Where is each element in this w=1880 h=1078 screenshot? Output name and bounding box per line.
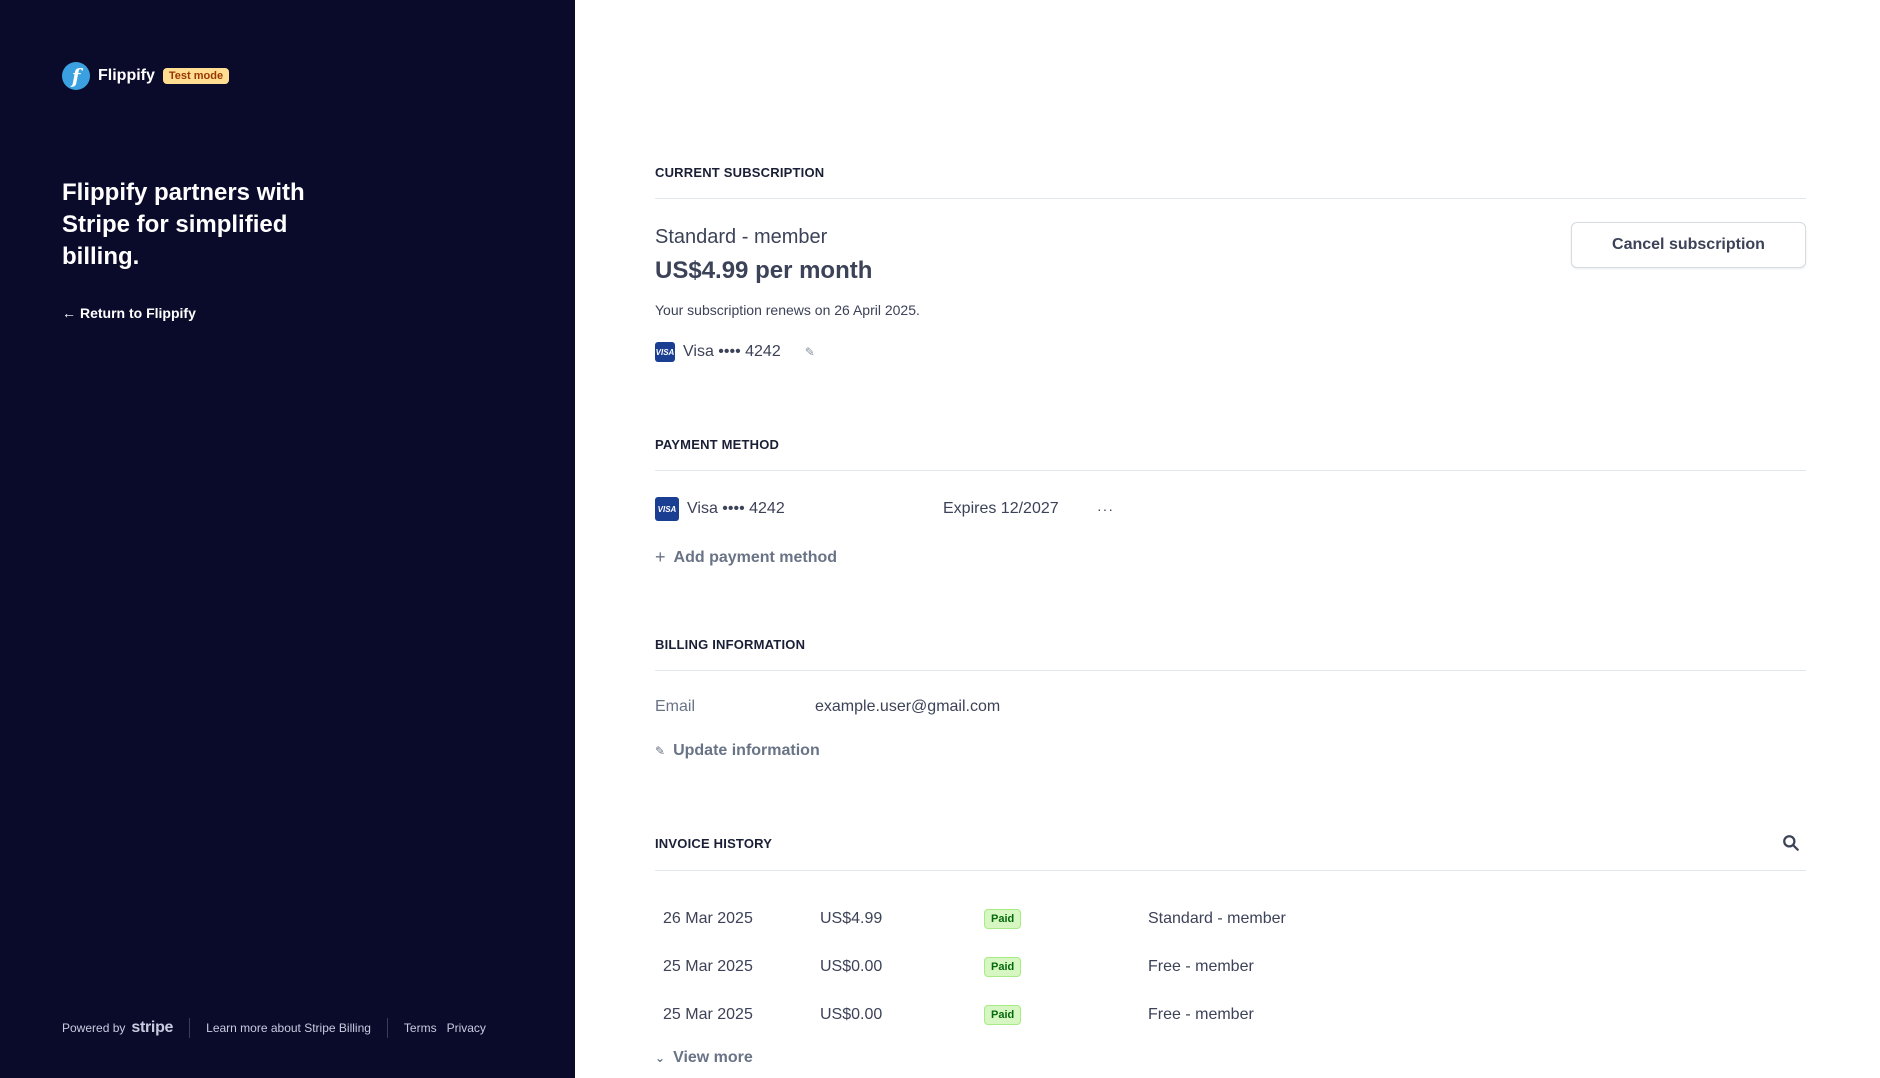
sidebar: f Flippify Test mode Flippify partners w… (0, 0, 575, 1078)
billing-email-row: Email example.user@gmail.com (655, 698, 1806, 716)
invoice-status: Paid (984, 909, 1148, 929)
terms-link[interactable]: Terms (404, 1021, 437, 1035)
section-title-current-subscription: CURRENT SUBSCRIPTION (655, 165, 825, 180)
section-divider (655, 470, 1806, 471)
stripe-logo: stripe (131, 1019, 174, 1036)
invoice-plan: Free - member (1148, 1006, 1254, 1023)
section-title-payment-method: PAYMENT METHOD (655, 437, 780, 452)
visa-card-icon: VISA (655, 342, 675, 362)
paid-badge: Paid (984, 909, 1022, 929)
add-payment-method-label: Add payment method (673, 548, 838, 566)
paid-badge: Paid (984, 1005, 1022, 1025)
email-value: example.user@gmail.com (815, 698, 1001, 715)
privacy-link[interactable]: Privacy (447, 1021, 486, 1035)
more-options-icon[interactable]: ··· (1097, 501, 1114, 517)
search-icon[interactable] (1782, 834, 1800, 852)
main-content: CURRENT SUBSCRIPTION Standard - member U… (575, 0, 1880, 1078)
billing-information-section: BILLING INFORMATION Email example.user@g… (655, 637, 1806, 760)
invoice-amount: US$0.00 (820, 1006, 883, 1023)
flippify-logo-icon: f (62, 62, 90, 90)
return-link[interactable]: ← Return to Flippify (62, 305, 196, 321)
chevron-down-icon: ⌄ (655, 1051, 666, 1065)
renewal-text: Your subscription renews on 26 April 202… (655, 302, 920, 318)
footer-divider (189, 1018, 191, 1038)
view-more-label: View more (673, 1049, 753, 1066)
invoice-date: 25 Mar 2025 (663, 958, 753, 975)
update-information-label: Update information (673, 742, 820, 759)
learn-more-link[interactable]: Learn more about Stripe Billing (206, 1021, 371, 1035)
edit-icon[interactable]: ✎ (805, 345, 815, 359)
subscription-card-label: Visa •••• 4242 (683, 343, 781, 360)
invoice-row[interactable]: 26 Mar 2025 US$4.99 Paid Standard - memb… (655, 895, 1806, 943)
return-link-label: Return to Flippify (80, 305, 196, 321)
footer-divider (386, 1018, 388, 1038)
section-divider (655, 198, 1806, 199)
invoice-plan: Free - member (1148, 958, 1254, 975)
invoice-row[interactable]: 25 Mar 2025 US$0.00 Paid Free - member (655, 943, 1806, 991)
invoice-status: Paid (984, 957, 1148, 977)
brand: f Flippify Test mode (62, 62, 230, 90)
invoice-date: 25 Mar 2025 (663, 1006, 753, 1023)
cancel-subscription-button[interactable]: Cancel subscription (1571, 222, 1806, 268)
payment-card: VISA Visa •••• 4242 (655, 497, 943, 521)
view-more-button[interactable]: ⌄ View more (655, 1049, 1806, 1067)
powered-by-label: Powered by (62, 1021, 126, 1035)
arrow-left-icon: ← (62, 305, 76, 321)
payment-method-row: VISA Visa •••• 4242 Expires 12/2027 ··· (655, 497, 1806, 521)
current-subscription-section: CURRENT SUBSCRIPTION Standard - member U… (655, 165, 1806, 362)
card-expiry: Expires 12/2027 (943, 500, 1059, 517)
powered-by-stripe-link[interactable]: Powered by stripe (62, 1019, 173, 1037)
email-label: Email (655, 698, 696, 715)
billing-portal: f Flippify Test mode Flippify partners w… (0, 0, 1880, 1078)
subscription-card: VISA Visa •••• 4242 ✎ (655, 342, 1806, 362)
paid-badge: Paid (984, 957, 1022, 977)
sidebar-footer: Powered by stripe Learn more about Strip… (62, 1018, 486, 1038)
invoice-date: 26 Mar 2025 (663, 910, 753, 927)
invoice-row[interactable]: 25 Mar 2025 US$0.00 Paid Free - member (655, 991, 1806, 1039)
section-title-billing-information: BILLING INFORMATION (655, 637, 806, 652)
brand-name: Flippify (98, 67, 155, 84)
section-divider (655, 670, 1806, 671)
add-payment-method-button[interactable]: + Add payment method (655, 547, 1806, 568)
update-information-button[interactable]: ✎ Update information (655, 742, 1806, 760)
plus-icon: + (655, 547, 666, 567)
invoice-amount: US$0.00 (820, 958, 883, 975)
section-divider (655, 870, 1806, 871)
visa-card-icon: VISA (655, 497, 679, 521)
invoice-list: 26 Mar 2025 US$4.99 Paid Standard - memb… (655, 895, 1806, 1039)
invoice-status: Paid (984, 1005, 1148, 1025)
test-mode-badge: Test mode (162, 68, 230, 84)
invoice-history-section: INVOICE HISTORY 26 Mar 2025 US$4.99 Paid… (655, 834, 1806, 1067)
payment-card-label: Visa •••• 4242 (687, 500, 785, 517)
invoice-history-header: INVOICE HISTORY (655, 834, 1806, 852)
edit-icon: ✎ (655, 744, 666, 758)
payment-method-section: PAYMENT METHOD VISA Visa •••• 4242 Expir… (655, 437, 1806, 568)
invoice-plan: Standard - member (1148, 910, 1286, 927)
section-title-invoice-history: INVOICE HISTORY (655, 835, 773, 851)
invoice-amount: US$4.99 (820, 910, 883, 927)
tagline: Flippify partners with Stripe for simpli… (62, 179, 305, 270)
